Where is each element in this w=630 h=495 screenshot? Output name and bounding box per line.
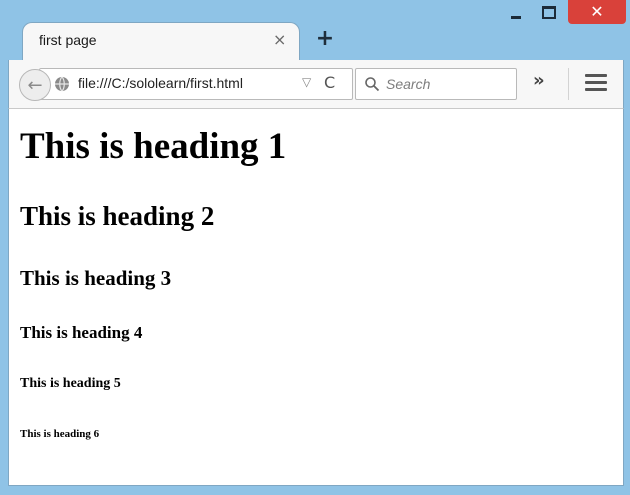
heading-5: This is heading 5 [20, 376, 121, 391]
url-text[interactable]: file:///C:/sololearn/first.html [78, 75, 243, 91]
new-tab-button[interactable]: + [314, 28, 336, 50]
page-content: This is heading 1 This is heading 2 This… [8, 109, 624, 486]
heading-6: This is heading 6 [20, 428, 100, 440]
heading-1: This is heading 1 [20, 126, 287, 167]
toolbar-separator [568, 68, 569, 100]
back-arrow-icon: ← [27, 74, 43, 96]
close-icon: ✕ [590, 2, 604, 21]
heading-4: This is heading 4 [20, 323, 143, 342]
history-dropdown-icon[interactable]: ▽ [302, 75, 311, 89]
browser-window: ✕ first page × + file:///C:/sololearn/fi… [0, 0, 630, 495]
heading-3: This is heading 3 [20, 266, 172, 290]
url-bar[interactable]: file:///C:/sololearn/first.html ▽ C [39, 68, 353, 100]
tab-close-icon[interactable]: × [273, 30, 286, 49]
tab-title: first page [39, 32, 97, 48]
maximize-icon [542, 5, 556, 19]
close-window-button[interactable]: ✕ [568, 0, 626, 24]
search-icon [365, 77, 380, 92]
overflow-chevron-icon[interactable]: » [533, 70, 545, 91]
back-button[interactable]: ← [19, 69, 51, 101]
search-input[interactable]: Search [355, 68, 517, 100]
navigation-toolbar: file:///C:/sololearn/first.html ▽ C ← Se… [8, 60, 624, 109]
hamburger-menu-icon[interactable] [585, 74, 607, 92]
maximize-button[interactable] [534, 0, 564, 24]
minimize-button[interactable] [502, 0, 530, 24]
globe-icon [55, 76, 69, 92]
search-placeholder: Search [386, 76, 431, 92]
reload-icon[interactable]: C [324, 73, 335, 92]
tab-first-page[interactable]: first page × [22, 22, 300, 65]
heading-2: This is heading 2 [20, 201, 215, 231]
minimize-icon [511, 15, 521, 19]
